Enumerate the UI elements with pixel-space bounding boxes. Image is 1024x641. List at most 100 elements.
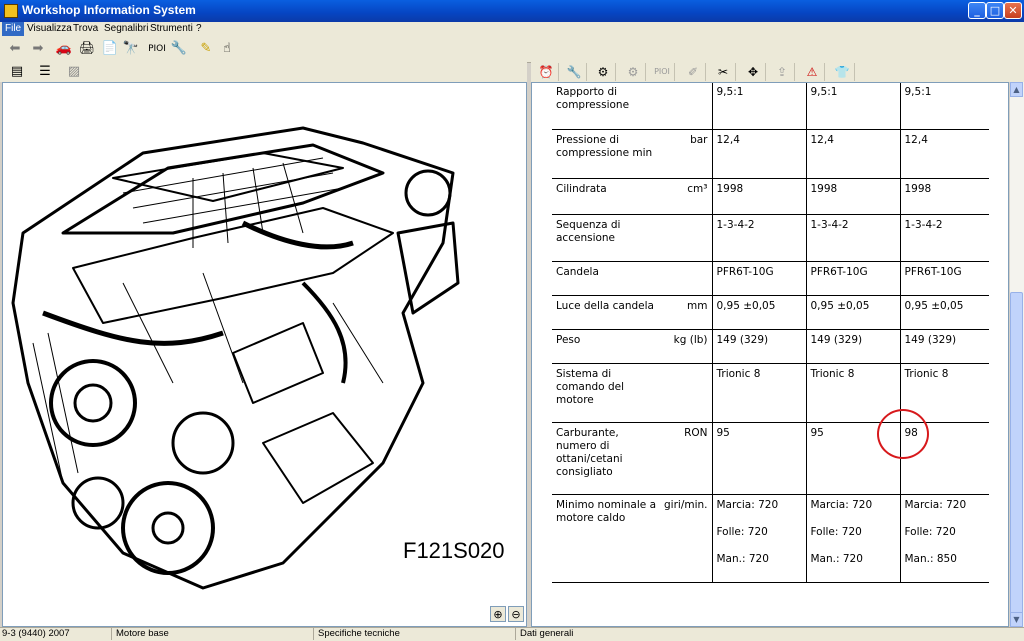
table-row: Sequenza di accensione 1-3-4-2 1-3-4-2 1-3-… [552,214,989,262]
scroll-up-icon[interactable]: ▲ [1010,82,1023,97]
unit-cell: RON [660,422,713,495]
value-cell: 12,4 [900,129,989,179]
unit-cell [660,214,713,262]
value-cell: 0,95 ±0,05 [900,295,989,330]
gears-icon[interactable]: ⚙ [591,63,616,81]
pencil-icon[interactable]: ✎ [197,40,215,58]
unit-cell: kg (lb) [660,329,713,364]
minimize-button[interactable]: _ [968,2,986,19]
alarm-icon[interactable]: ⏰ [534,63,559,81]
value-cell: 1-3-4-2 [900,214,989,262]
back-arrow-icon[interactable]: ⬅ [6,40,24,58]
zoom-in-icon[interactable]: ⊕ [490,606,506,622]
value-line: Man.: 720 [810,552,863,565]
zoom-out-icon[interactable]: ⊖ [508,606,524,622]
unit-cell: cm³ [660,178,713,215]
car-icon[interactable]: 🚗 [55,40,73,58]
upload-icon[interactable]: ⇪ [770,63,795,81]
wrench-icon[interactable]: 🔧 [562,63,587,81]
param-cell: Sistema di comando del motore [552,363,660,423]
value-cell: 149 (329) [806,329,901,364]
value-line: Marcia: 720 [904,498,967,511]
value-cell: 1998 [712,178,807,215]
specs-document-pane: Rapporto di compressione 9,5:1 9,5:1 9,5:1 P… [531,82,1009,627]
close-button[interactable]: ✕ [1004,2,1022,19]
value-cell: 1998 [900,178,989,215]
value-cell: PFR6T-10G [712,261,807,296]
menu-visualizza[interactable]: Visualizza [24,22,75,36]
table-row: Sistema di comando del motore Trionic 8 Tr… [552,363,989,423]
value-cell: 0,95 ±0,05 [712,295,807,330]
tools-icon[interactable]: ✂ [711,63,736,81]
value-cell: 9,5:1 [900,83,989,130]
status-section: Motore base [114,628,314,640]
print-icon[interactable]: 🖨 [78,40,96,58]
value-cell: 9,5:1 [806,83,901,130]
document-icon[interactable]: 📄 [101,40,119,58]
table-row: Minimo nominale a motore caldo giri/min. M… [552,494,989,583]
param-cell: Pressione di compressione min [552,129,660,179]
value-cell: 12,4 [806,129,901,179]
scroll-down-icon[interactable]: ▼ [1010,612,1023,627]
status-subsection: Specifiche tecniche [316,628,516,640]
value-cell: Marcia: 720 Folle: 720 Man.: 720 [712,494,807,583]
menu-file[interactable]: File [2,22,25,36]
scrollbar-thumb[interactable] [1010,292,1023,617]
value-cell: 149 (329) [712,329,807,364]
value-line: Man.: 850 [904,552,957,565]
value-cell: Trionic 8 [712,363,807,423]
pioi-tab-button[interactable]: PIOI [650,63,675,81]
table-row: Pressione di compressione min bar 12,4 12,4… [552,129,989,179]
app-icon [4,4,18,18]
param-cell: Sequenza di accensione [552,214,660,262]
status-topic: Dati generali [520,628,574,639]
menu-help[interactable]: ? [193,22,205,36]
engine-image-pane: F121S020 [2,82,527,627]
unit-cell [660,83,713,130]
menu-trova[interactable]: Trova [70,22,101,36]
param-cell: Rapporto di compressione [552,83,660,130]
value-cell: 1-3-4-2 [806,214,901,262]
unit-cell [660,261,713,296]
image-caption: F121S020 [403,538,505,563]
value-cell: 0,95 ±0,05 [806,295,901,330]
param-cell: Luce della candela [552,295,660,330]
value-cell: 9,5:1 [712,83,807,130]
value-line: Folle: 720 [904,525,956,538]
image-icon[interactable]: ▨ [65,63,83,81]
param-cell: Minimo nominale a motore caldo [552,494,660,583]
value-line: Folle: 720 [716,525,768,538]
warning-icon[interactable]: ⚠ [800,63,825,81]
maximize-button[interactable]: □ [986,2,1004,19]
value-line: Marcia: 720 [716,498,779,511]
value-cell: Marcia: 720 Folle: 720 Man.: 720 [806,494,901,583]
parts-icon[interactable]: ⚙ [621,63,646,81]
tool-icon[interactable]: 🔧 [170,40,188,58]
value-cell: 1998 [806,178,901,215]
table-row: Peso kg (lb) 149 (329) 149 (329) 149 (329) [552,329,989,364]
unit-cell: giri/min. [660,494,713,583]
list-icon[interactable]: ☰ [36,63,54,81]
unit-cell [660,363,713,423]
window-title: Workshop Information System [22,3,196,17]
screwdriver-icon[interactable]: ✐ [681,63,706,81]
menu-strumenti[interactable]: Strumenti [147,22,196,36]
menu-segnalibri[interactable]: Segnalibri [101,22,151,36]
param-cell: Candela [552,261,660,296]
pioi-button[interactable]: PIOI [146,40,168,58]
value-line: Marcia: 720 [810,498,873,511]
table-row: Candela PFR6T-10G PFR6T-10G PFR6T-10G [552,261,989,296]
annotation-circle [877,409,929,459]
value-line: Man.: 720 [716,552,769,565]
value-cell: Marcia: 720 Folle: 720 Man.: 850 [900,494,989,583]
param-cell: Peso [552,329,660,364]
binoculars-icon[interactable]: 🔭 [122,40,140,58]
param-cell: Carburante, numero di ottani/cetani cons… [552,422,660,495]
forward-arrow-icon[interactable]: ➡ [29,40,47,58]
table-row: Luce della candela mm 0,95 ±0,05 0,95 ±0,05… [552,295,989,330]
move-icon[interactable]: ✥ [741,63,766,81]
tree-icon[interactable]: ▤ [8,63,26,81]
table-row: Rapporto di compressione 9,5:1 9,5:1 9,5:1 [552,83,989,130]
shirt-icon[interactable]: 👕 [830,63,855,81]
pointer-icon[interactable]: ☝ [218,40,236,58]
